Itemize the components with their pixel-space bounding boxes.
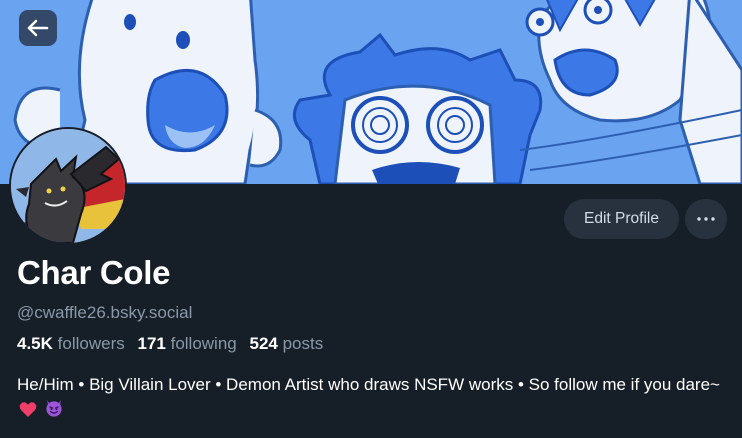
edit-profile-label: Edit Profile — [584, 210, 659, 227]
edit-profile-button[interactable]: Edit Profile — [564, 199, 679, 239]
followers-label: followers — [57, 334, 125, 353]
posts-count: 524 — [249, 334, 278, 353]
arrow-left-icon — [27, 19, 49, 37]
ellipsis-icon — [697, 217, 715, 221]
followers-stat[interactable]: 4.5K followers — [17, 334, 125, 353]
posts-stat: 524 posts — [249, 334, 323, 353]
followers-count: 4.5K — [17, 334, 53, 353]
back-button[interactable] — [19, 10, 57, 46]
following-label: following — [170, 334, 237, 353]
avatar[interactable] — [9, 127, 127, 245]
smiling-imp-emoji-icon — [44, 398, 64, 425]
profile-stats: 4.5K followers 171 following 524 posts — [17, 334, 331, 354]
avatar-image — [11, 129, 125, 243]
profile-bio: He/Him • Big Villain Lover • Demon Artis… — [17, 372, 727, 425]
posts-label: posts — [282, 334, 324, 353]
profile-handle: @cwaffle26.bsky.social — [17, 303, 193, 322]
following-count: 171 — [137, 334, 166, 353]
display-name: Char Cole — [17, 254, 171, 291]
bio-text: He/Him • Big Villain Lover • Demon Artis… — [17, 375, 720, 394]
heart-emoji-icon — [19, 400, 37, 425]
following-stat[interactable]: 171 following — [137, 334, 236, 353]
more-options-button[interactable] — [685, 199, 727, 239]
